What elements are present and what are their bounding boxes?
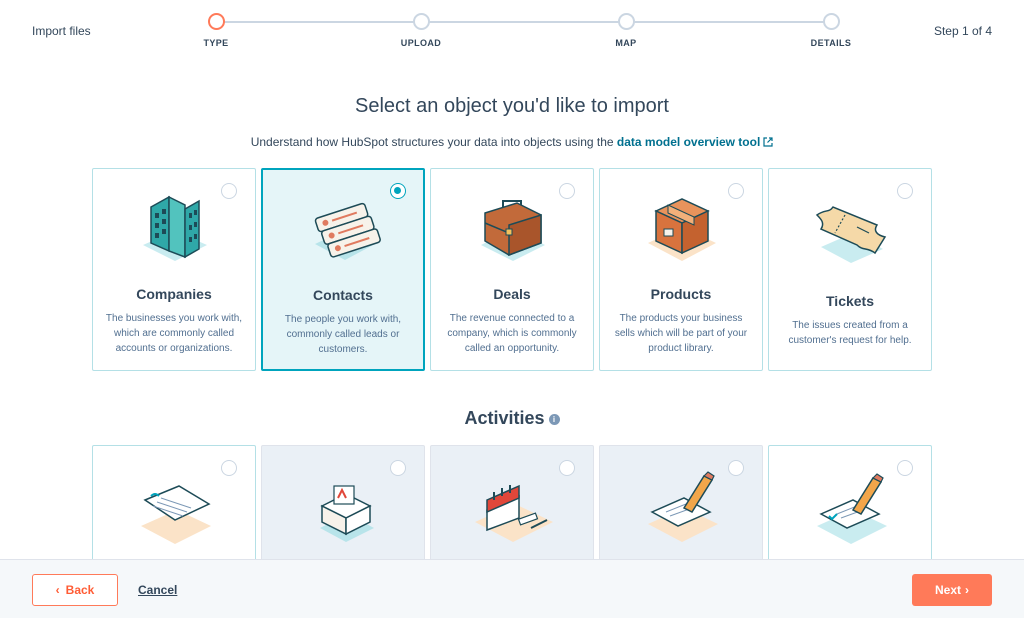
info-icon[interactable]: i (548, 414, 560, 425)
chevron-right-icon: › (965, 583, 969, 597)
email-envelope-icon (320, 485, 374, 542)
step-indicator-active (207, 13, 225, 30)
data-model-link[interactable]: data model overview tool (617, 135, 773, 149)
radio-button[interactable] (728, 460, 744, 476)
external-link-icon (763, 137, 773, 147)
activity-cards (92, 445, 932, 565)
card-description: The products your business sells which w… (614, 313, 748, 354)
activity-card-notes[interactable] (599, 445, 763, 565)
activity-card-calls[interactable] (92, 445, 256, 565)
step-label: TYPE (203, 38, 229, 48)
step-indicator (412, 13, 430, 30)
card-title: Products (650, 286, 712, 302)
object-cards: Companies The businesses you work with, … (92, 168, 932, 371)
object-card-contacts[interactable]: Contacts The people you work with, commo… (261, 168, 425, 371)
card-title: Deals (493, 286, 531, 302)
object-card-tickets[interactable]: Tickets The issues created from a custom… (768, 168, 932, 371)
activity-card-tasks[interactable] (768, 445, 932, 565)
step-indicator (822, 13, 840, 30)
back-label: Back (65, 583, 95, 597)
page-title: Import files (32, 24, 91, 38)
contact-cards-icon (314, 202, 381, 260)
step-label: DETAILS (810, 38, 852, 48)
call-log-icon (141, 485, 211, 544)
step-counter: Step 1 of 4 (933, 24, 992, 38)
radio-button[interactable] (728, 183, 744, 199)
object-card-companies[interactable]: Companies The businesses you work with, … (92, 168, 256, 371)
object-card-deals[interactable]: Deals The revenue connected to a company… (430, 168, 594, 371)
step-details: DETAILS (781, 13, 881, 48)
ticket-icon (815, 206, 887, 263)
radio-button[interactable] (897, 460, 913, 476)
radio-button[interactable] (897, 183, 913, 199)
task-checklist-icon (817, 473, 887, 544)
main-heading: Select an object you'd like to import (355, 95, 669, 117)
object-card-products[interactable]: Products The products your business sell… (599, 168, 763, 371)
next-label: Next (934, 583, 961, 597)
card-title: Companies (136, 286, 212, 302)
next-button[interactable]: Next › (912, 574, 992, 606)
activities-heading: Activities i (0, 408, 1024, 429)
card-description: The issues created from a customer's req… (788, 320, 912, 346)
activity-card-emails[interactable] (261, 445, 425, 565)
back-button[interactable]: ‹ Back (32, 574, 118, 606)
activity-card-meetings[interactable] (430, 445, 594, 565)
step-map: MAP (576, 13, 676, 48)
card-title: Tickets (826, 293, 874, 309)
radio-button[interactable] (221, 460, 237, 476)
meeting-calendar-icon (475, 484, 553, 542)
data-model-link-label: data model overview tool (616, 135, 761, 149)
stepper-track (216, 21, 831, 23)
step-indicator (617, 13, 635, 30)
card-title: Contacts (313, 287, 373, 303)
wizard-footer: ‹ Back Cancel Next › (0, 559, 1024, 618)
building-icon (143, 195, 207, 261)
subtitle-text: Understand how HubSpot structures your d… (250, 135, 614, 149)
step-upload: UPLOAD (371, 13, 471, 48)
briefcase-icon (481, 200, 545, 261)
card-description: The businesses you work with, which are … (105, 313, 243, 354)
chevron-left-icon: ‹ (55, 583, 60, 597)
radio-button[interactable] (559, 183, 575, 199)
step-label: MAP (615, 38, 637, 48)
step-type: TYPE (166, 13, 266, 48)
package-box-icon (648, 198, 716, 261)
cancel-link[interactable]: Cancel (138, 583, 177, 597)
radio-button[interactable] (221, 183, 237, 199)
activities-label: Activities (464, 408, 545, 428)
progress-stepper: TYPE UPLOAD MAP DETAILS (203, 13, 851, 53)
radio-button[interactable] (559, 460, 575, 476)
radio-button[interactable] (390, 460, 406, 476)
card-description: The revenue connected to a company, whic… (447, 313, 577, 354)
import-header: Import files TYPE UPLOAD MAP DETAILS Ste… (0, 0, 1024, 62)
step-label: UPLOAD (400, 38, 442, 48)
radio-button-selected[interactable] (390, 183, 406, 199)
card-description: The people you work with, commonly calle… (284, 314, 402, 355)
subtitle: Understand how HubSpot structures your d… (0, 135, 1024, 149)
note-pencil-icon (648, 471, 718, 542)
